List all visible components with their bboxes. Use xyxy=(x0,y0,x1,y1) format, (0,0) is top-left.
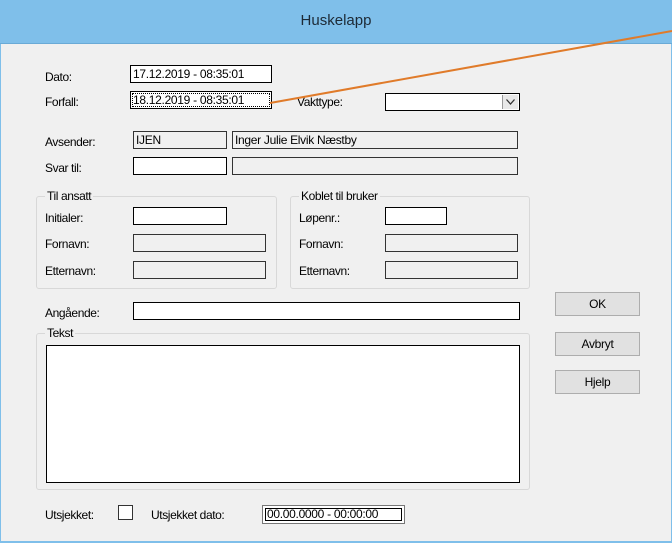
bruker-etternavn-label: Etternavn: xyxy=(299,264,350,278)
utsjekket-label: Utsjekket: xyxy=(45,508,94,522)
svar-til-label: Svar til: xyxy=(45,161,82,175)
utsjekket-dato-label: Utsjekket dato: xyxy=(151,508,225,522)
ansatt-fornavn-label: Fornavn: xyxy=(45,237,90,251)
ansatt-fornavn-field xyxy=(133,234,266,252)
svar-til-name-field xyxy=(232,157,518,175)
tekst-title: Tekst xyxy=(45,326,76,340)
avbryt-button[interactable]: Avbryt xyxy=(555,332,640,356)
avsender-name-field: Inger Julie Elvik Næstby xyxy=(232,131,518,149)
initialer-field[interactable] xyxy=(133,207,227,225)
ansatt-etternavn-label: Etternavn: xyxy=(45,264,96,278)
bruker-fornavn-label: Fornavn: xyxy=(299,237,344,251)
svar-til-initials-field[interactable] xyxy=(133,157,227,175)
utsjekket-dato-field: 00.00.0000 - 00:00:00 xyxy=(262,505,405,524)
ok-button[interactable]: OK xyxy=(555,292,640,316)
angaende-label: Angående: xyxy=(45,306,100,320)
lopenr-field[interactable] xyxy=(385,207,447,225)
koblet-title: Koblet til bruker xyxy=(299,189,380,203)
avsender-initials-field: IJEN xyxy=(133,131,227,149)
initialer-label: Initialer: xyxy=(45,211,84,225)
avsender-label: Avsender: xyxy=(45,135,96,149)
ansatt-etternavn-field xyxy=(133,261,266,279)
tekst-textarea[interactable] xyxy=(46,345,520,483)
bruker-etternavn-field xyxy=(385,261,518,279)
bruker-fornavn-field xyxy=(385,234,518,252)
angaende-field[interactable] xyxy=(133,302,520,320)
utsjekket-checkbox[interactable] xyxy=(118,505,133,520)
hjelp-button[interactable]: Hjelp xyxy=(555,370,640,394)
til-ansatt-title: Til ansatt xyxy=(45,189,94,203)
lopenr-label: Løpenr.: xyxy=(299,211,340,225)
